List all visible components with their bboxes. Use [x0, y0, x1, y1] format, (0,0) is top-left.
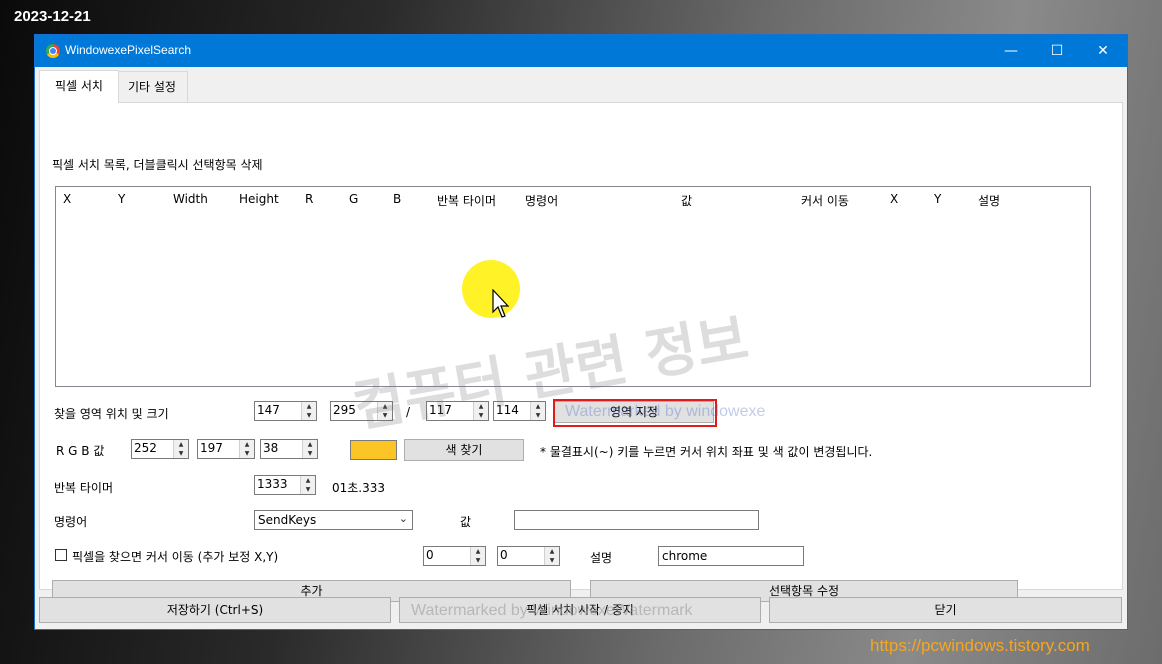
- description-input-text: chrome: [662, 549, 708, 563]
- mouse-cursor-icon: [492, 289, 510, 318]
- offset-y-stepper[interactable]: 0 ▲ ▼: [497, 546, 560, 566]
- chevron-down-icon: ⌄: [398, 512, 408, 525]
- g-value: 197: [200, 441, 223, 455]
- column-header-value[interactable]: 값: [681, 192, 692, 209]
- save-button[interactable]: 저장하기 (Ctrl+S): [39, 597, 391, 623]
- maximize-button[interactable]: ☐: [1034, 35, 1080, 67]
- column-header-y[interactable]: Y: [118, 192, 125, 206]
- column-header-b[interactable]: B: [393, 192, 401, 206]
- command-select[interactable]: SendKeys ⌄: [254, 510, 413, 530]
- offset-x-stepper[interactable]: 0 ▲ ▼: [423, 546, 486, 566]
- down-arrow-icon[interactable]: ▼: [240, 449, 254, 458]
- timer-readout: 01초.333: [332, 481, 386, 495]
- command-selected-value: SendKeys: [258, 513, 317, 527]
- cursor-move-label: 픽셀을 찾으면 커서 이동 (추가 보정 X,Y): [72, 550, 279, 564]
- app-window: WindowexePixelSearch — ☐ ✕ 픽셀 서치 기타 설정 픽…: [35, 35, 1127, 629]
- down-arrow-icon[interactable]: ▼: [301, 485, 315, 494]
- tilde-hint: * 물결표시(~) 키를 누르면 커서 위치 좌표 및 색 값이 변경됩니다.: [540, 445, 873, 459]
- area-x-stepper[interactable]: 147 ▲ ▼: [254, 401, 317, 421]
- color-swatch: [350, 440, 397, 460]
- b-stepper[interactable]: 38 ▲ ▼: [260, 439, 318, 459]
- title-bar: WindowexePixelSearch — ☐ ✕: [35, 35, 1127, 67]
- cursor-move-checkbox[interactable]: [55, 549, 67, 561]
- r-stepper[interactable]: 252 ▲ ▼: [131, 439, 189, 459]
- area-label: 찾을 영역 위치 및 크기: [54, 407, 169, 421]
- watermark-region: Watermarked by windowexe: [565, 403, 766, 420]
- value-input[interactable]: [514, 510, 759, 530]
- command-label: 명령어: [54, 515, 88, 529]
- column-header-description[interactable]: 설명: [978, 192, 1000, 209]
- date-stamp: 2023-12-21: [14, 8, 91, 25]
- column-header-cursor-move[interactable]: 커서 이동: [801, 192, 849, 209]
- window-title: WindowexePixelSearch: [65, 43, 192, 57]
- value-label: 값: [460, 515, 472, 529]
- chrome-icon: [46, 44, 60, 58]
- tab-other-settings[interactable]: 기타 설정: [116, 71, 188, 102]
- column-header-g[interactable]: G: [349, 192, 358, 206]
- description-label: 설명: [590, 551, 613, 565]
- area-x-value: 147: [257, 403, 280, 417]
- window-client: 픽셀 서치 기타 설정 픽셀 서치 목록, 더블클릭시 선택항목 삭제 X Y …: [35, 67, 1127, 629]
- close-window-button[interactable]: ✕: [1080, 35, 1126, 67]
- list-caption: 픽셀 서치 목록, 더블클릭시 선택항목 삭제: [52, 158, 263, 172]
- column-header-width[interactable]: Width: [173, 192, 208, 206]
- offset-y-value: 0: [500, 548, 508, 562]
- g-stepper[interactable]: 197 ▲ ▼: [197, 439, 255, 459]
- r-value: 252: [134, 441, 157, 455]
- b-value: 38: [263, 441, 279, 455]
- column-header-timer[interactable]: 반복 타이머: [437, 192, 496, 209]
- column-header-command[interactable]: 명령어: [525, 192, 558, 209]
- column-header-height[interactable]: Height: [239, 192, 279, 206]
- timer-value: 1333: [257, 477, 288, 491]
- column-header-x[interactable]: X: [63, 192, 71, 206]
- minimize-button[interactable]: —: [988, 35, 1034, 67]
- pixel-search-panel: 픽셀 서치 목록, 더블클릭시 선택항목 삭제 X Y Width Height…: [39, 102, 1123, 602]
- down-arrow-icon[interactable]: ▼: [174, 449, 188, 458]
- down-arrow-icon[interactable]: ▼: [303, 449, 317, 458]
- timer-label: 반복 타이머: [54, 481, 114, 495]
- site-url: https://pcwindows.tistory.com: [870, 636, 1090, 655]
- down-arrow-icon[interactable]: ▼: [471, 556, 485, 565]
- column-header-cursor-y[interactable]: Y: [934, 192, 941, 206]
- rgb-label: R G B 값: [56, 444, 105, 458]
- column-header-cursor-x[interactable]: X: [890, 192, 898, 206]
- column-header-r[interactable]: R: [305, 192, 313, 206]
- watermark-bottom: Watermarked by WindowexeWatermark: [411, 602, 693, 619]
- close-button[interactable]: 닫기: [769, 597, 1122, 623]
- tab-pixel-search[interactable]: 픽셀 서치: [39, 70, 119, 103]
- down-arrow-icon[interactable]: ▼: [302, 411, 316, 420]
- find-color-button[interactable]: 색 찾기: [404, 439, 524, 461]
- timer-stepper[interactable]: 1333 ▲ ▼: [254, 475, 316, 495]
- offset-x-value: 0: [426, 548, 434, 562]
- down-arrow-icon[interactable]: ▼: [545, 556, 559, 565]
- description-input[interactable]: chrome: [658, 546, 804, 566]
